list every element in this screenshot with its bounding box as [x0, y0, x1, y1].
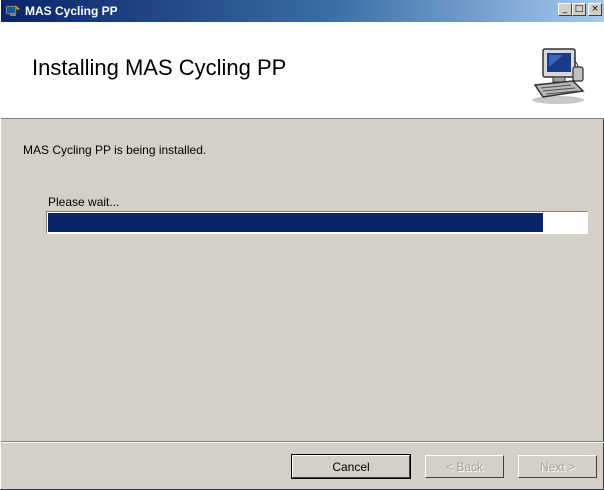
back-button[interactable]: < Back: [425, 455, 504, 478]
minimize-icon[interactable]: _: [558, 3, 572, 16]
progress-label: Please wait...: [48, 195, 120, 209]
progress-fill: [48, 213, 543, 232]
page-title: Installing MAS Cycling PP: [32, 55, 287, 80]
window-controls: _ □ ×: [558, 3, 602, 16]
maximize-icon[interactable]: □: [572, 3, 586, 16]
close-icon[interactable]: ×: [588, 3, 602, 16]
cancel-button[interactable]: Cancel: [291, 454, 411, 479]
title-bar[interactable]: MAS Cycling PP _ □ ×: [1, 0, 604, 22]
installer-window: MAS Cycling PP _ □ × Installing MAS Cycl…: [0, 0, 604, 490]
footer-separator: [1, 441, 604, 443]
status-message: MAS Cycling PP is being installed.: [23, 143, 207, 157]
installer-app-icon: [5, 3, 21, 19]
computer-setup-icon: [529, 45, 587, 105]
progress-bar: [46, 211, 588, 234]
window-title: MAS Cycling PP: [25, 4, 118, 18]
next-button[interactable]: Next >: [518, 455, 597, 478]
